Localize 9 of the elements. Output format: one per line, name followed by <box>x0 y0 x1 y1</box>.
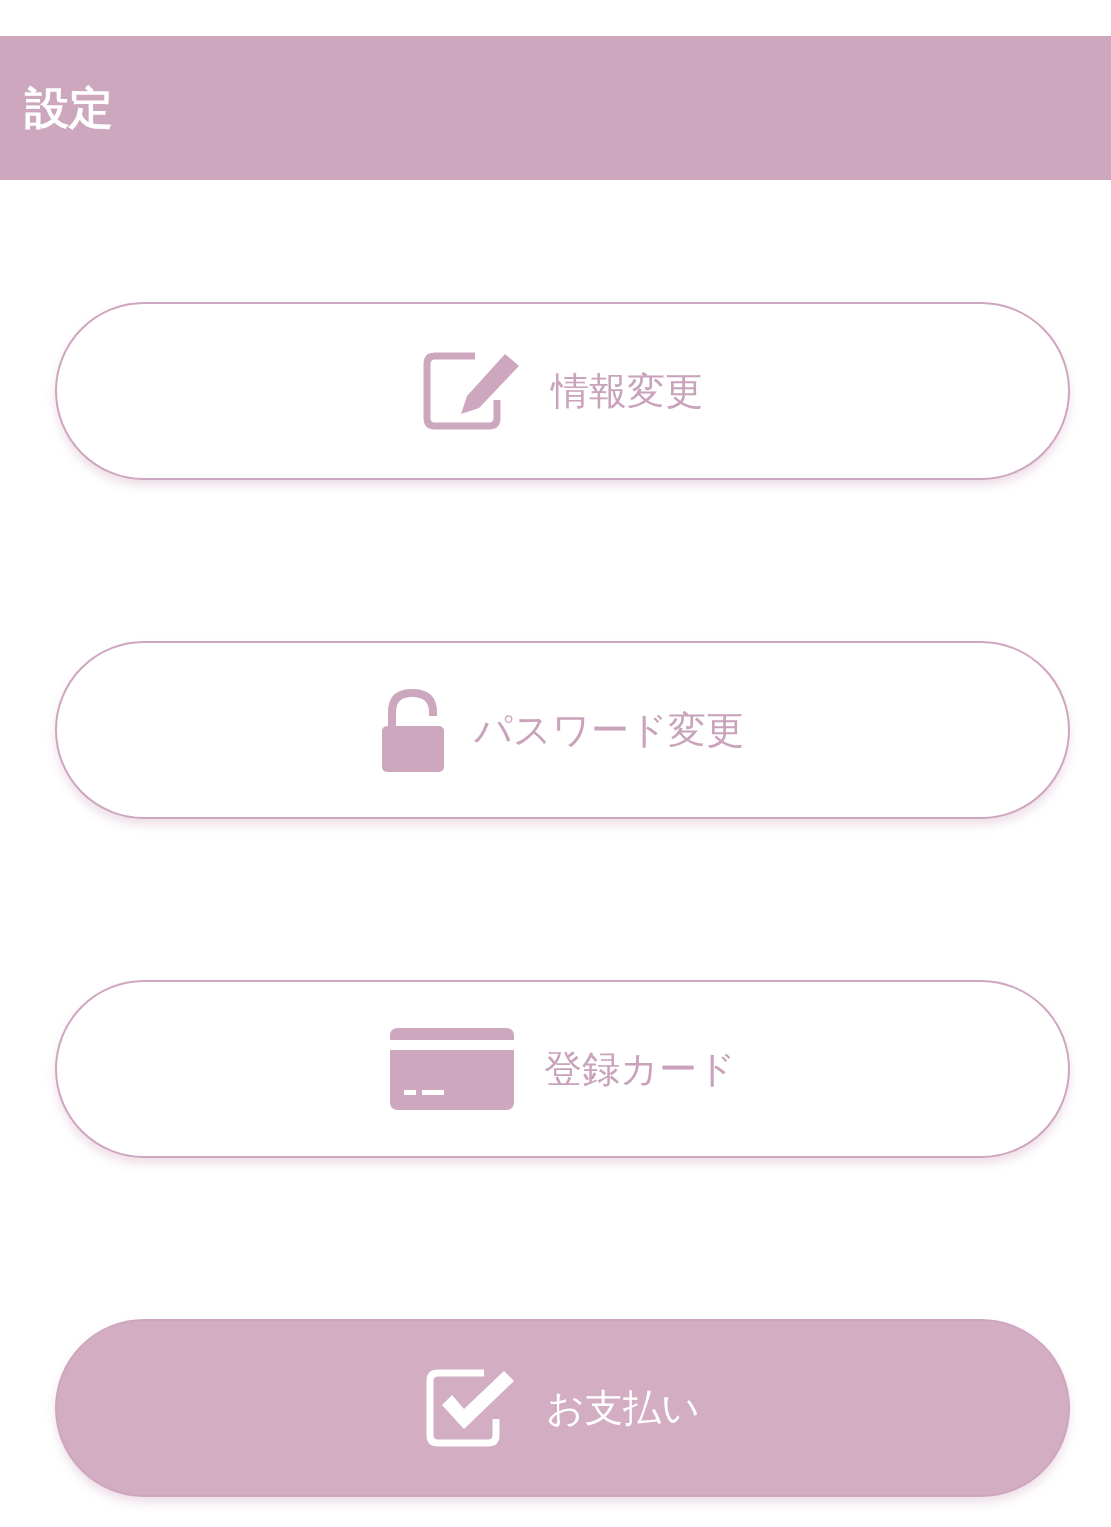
menu-button[interactable]: パスワード変更 <box>55 641 1070 819</box>
credit-card-icon <box>389 1028 514 1110</box>
unlocked-padlock-icon <box>381 688 444 772</box>
edit-icon <box>422 352 521 430</box>
menu-button[interactable]: お支払い <box>55 1319 1070 1497</box>
checkbox-icon <box>425 1369 516 1447</box>
page-title: 設定 <box>25 80 113 135</box>
menu-button[interactable]: 登録カード <box>55 980 1070 1158</box>
menu-button[interactable]: 情報変更 <box>55 302 1070 480</box>
